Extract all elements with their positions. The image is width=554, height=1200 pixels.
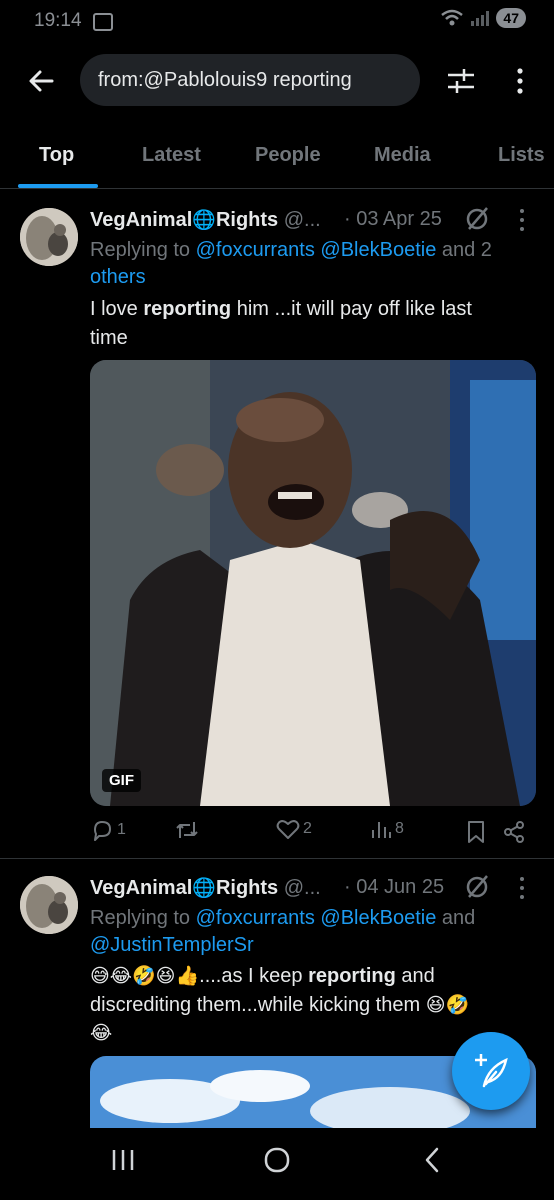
tweet-gif[interactable]: GIF [90,360,536,806]
back-button[interactable] [22,63,62,99]
tweet-handle: @... [283,209,321,231]
grok-icon[interactable] [463,205,491,233]
retweet-icon [176,822,198,838]
reply-icon [94,821,111,841]
search-filter-button[interactable] [444,65,478,97]
tab-media[interactable]: Media [374,144,431,167]
tweet-date[interactable]: · 03 Apr 25 [344,208,442,231]
grok-icon[interactable] [463,873,491,901]
battery-indicator: 47 [496,8,526,28]
more-options-button[interactable] [508,64,532,98]
tweet-author[interactable]: VegAnimal🌐Rights @... [90,876,321,900]
home-icon[interactable] [263,1146,291,1174]
tweet-text: 😅😂🤣😆👍....as I keep reporting and [90,965,435,987]
system-nav-bar [0,1128,554,1200]
globe-icon: 🌐 [192,877,216,899]
search-tabs: Top Latest People Media Lists [0,130,554,189]
recent-apps-icon[interactable] [110,1148,136,1172]
active-tab-indicator [18,184,98,188]
tweet-date[interactable]: · 04 Jun 25 [344,876,444,899]
retweet-button[interactable] [174,818,200,842]
status-time: 19:14 [34,10,82,31]
sliders-icon [448,69,474,93]
tweet-actions: 1 2 8 [90,818,536,848]
tab-people[interactable]: People [255,144,321,167]
tweet-text-line: 😂 [90,1022,113,1044]
arrow-left-icon [29,70,54,92]
tab-latest[interactable]: Latest [142,144,201,167]
tweet[interactable]: VegAnimal🌐Rights @... · 03 Apr 25 Replyi… [0,190,554,858]
back-nav-icon[interactable] [420,1146,444,1174]
share-icon[interactable] [502,820,526,844]
bar-chart-icon [372,822,391,838]
tweet-text-line: discrediting them...while kicking them 😆… [90,994,470,1016]
compose-post-button[interactable] [452,1032,530,1110]
heart-icon [276,820,300,839]
screen-record-icon [93,13,113,31]
gif-image [90,360,536,806]
reply-context: Replying to @foxcurrants @BlekBoetie and [90,907,476,929]
more-vertical-icon [517,68,523,94]
wifi-icon [441,9,464,26]
search-header: from:@Pablolouis9 reporting [0,52,554,110]
tweet-text-line: time [90,327,128,349]
mention-link[interactable]: @foxcurrants @BlekBoetie [196,907,437,929]
reply-context: Replying to @foxcurrants @BlekBoetie and… [90,239,492,261]
reply-others-link[interactable]: others [90,263,146,292]
mention-link[interactable]: @JustinTemplerSr [90,931,254,960]
tweet-more-icon[interactable] [512,207,532,233]
tweet-author[interactable]: VegAnimal🌐Rights @... [90,208,321,232]
globe-icon: 🌐 [192,209,216,231]
search-input[interactable]: from:@Pablolouis9 reporting [80,54,420,106]
tab-top[interactable]: Top [39,144,74,167]
like-button[interactable]: 2 [276,818,312,840]
avatar[interactable] [20,208,78,266]
gif-badge: GIF [102,769,141,792]
mention-link[interactable]: @foxcurrants @BlekBoetie [196,239,437,261]
tweet-more-icon[interactable] [512,875,532,901]
signal-icon [471,11,490,26]
compose-feather-icon [475,1054,508,1088]
reply-button[interactable]: 1 [90,818,126,842]
avatar[interactable] [20,876,78,934]
status-bar: 19:14 47 [0,0,554,44]
bookmark-icon[interactable] [466,820,486,844]
tweet-text: I love reporting him ...it will pay off … [90,298,472,320]
views-button[interactable]: 8 [370,818,404,840]
tab-lists[interactable]: Lists [498,144,545,167]
tweet-handle: @... [283,877,321,899]
